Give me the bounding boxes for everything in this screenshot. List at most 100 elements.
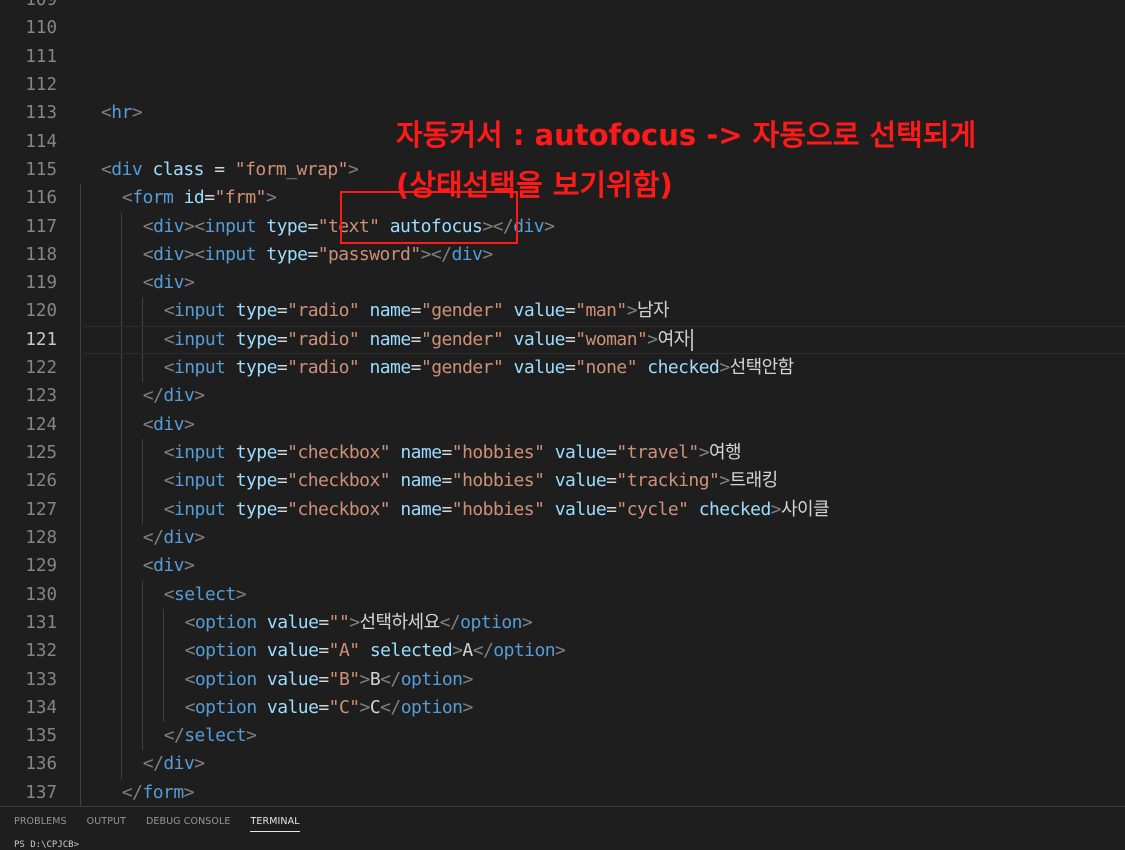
code-token: value: [266, 611, 319, 633]
tab-debug-console[interactable]: DEBUG CONSOLE: [146, 816, 231, 832]
code-line[interactable]: 130 <select>: [0, 580, 1125, 609]
code-token: value: [513, 328, 566, 350]
code-token: "password": [317, 243, 421, 265]
code-token: A: [462, 640, 473, 662]
code-line[interactable]: 129 <div>: [0, 552, 1125, 581]
code-line[interactable]: 124 <div>: [0, 410, 1125, 439]
code-token: option: [194, 640, 257, 662]
code-token: =: [606, 470, 617, 492]
line-number: 119: [25, 273, 57, 294]
code-token: =: [441, 498, 453, 520]
code-line[interactable]: 135 </select>: [0, 722, 1125, 751]
code-line[interactable]: 134 <option value="C">C</option>: [0, 693, 1125, 723]
line-number: 136: [25, 754, 57, 775]
code-token: 선택하세요: [359, 611, 441, 633]
code-line[interactable]: 137 </form>: [0, 778, 1125, 806]
code-line[interactable]: 133 <option value="B">B</option>: [0, 665, 1125, 694]
code-text: <option value="B">B</option>: [184, 666, 474, 694]
code-line[interactable]: 118 <div><input type="password"></div>: [0, 240, 1125, 270]
code-line[interactable]: 117 <div><input type="text" autofocus></d…: [0, 212, 1125, 241]
code-token: <: [121, 187, 133, 209]
terminal-prompt[interactable]: PS D:\CPJCB>: [14, 840, 79, 850]
code-line[interactable]: 120 <input type="radio" name="gender" val…: [0, 297, 1125, 326]
line-number: 109: [25, 0, 57, 10]
code-token: >: [131, 102, 143, 124]
code-token: =: [410, 300, 422, 322]
code-line[interactable]: 132 <option value="A" selected>A</option>: [0, 637, 1125, 666]
code-token: checked: [647, 357, 720, 379]
code-token: =: [276, 357, 288, 379]
line-number: 132: [25, 641, 57, 662]
code-line[interactable]: 126 <input type="checkbox" name="hobbies"…: [0, 467, 1125, 496]
indent-guide: [121, 297, 122, 326]
code-line[interactable]: 125 <input type="checkbox" name="hobbies"…: [0, 439, 1125, 468]
code-token: div: [163, 753, 195, 775]
indent-guide: [142, 325, 143, 355]
code-token: hr: [111, 102, 132, 124]
code-line[interactable]: 131 <option value="">선택하세요</option>: [0, 608, 1125, 638]
code-token: option: [460, 611, 522, 633]
code-line[interactable]: 123 </div>: [0, 382, 1125, 411]
code-token: "woman": [575, 328, 648, 350]
code-token: type: [235, 300, 278, 322]
indent-guide: [80, 410, 81, 439]
tab-output[interactable]: OUTPUT: [87, 816, 126, 832]
code-line[interactable]: 119 <div>: [0, 269, 1125, 298]
code-line[interactable]: 122 <input type="radio" name="gender" val…: [0, 354, 1125, 383]
code-token: C: [369, 696, 381, 718]
tab-problems[interactable]: PROBLEMS: [14, 816, 67, 832]
code-token: ><: [183, 243, 205, 265]
code-token: div: [111, 158, 143, 180]
code-line[interactable]: 127 <input type="checkbox" name="hobbies"…: [0, 495, 1125, 524]
code-line[interactable]: 128 </div>: [0, 523, 1125, 553]
indent-guide: [80, 665, 81, 694]
code-token: type: [235, 357, 278, 379]
line-number: 128: [25, 527, 57, 548]
code-line[interactable]: 110: [0, 14, 1125, 42]
code-token: type: [235, 470, 278, 492]
code-token: =: [307, 215, 318, 237]
code-line[interactable]: 121 <input type="radio" name="gender" val…: [0, 325, 1125, 355]
code-text: <input type="checkbox" name="hobbies" va…: [164, 496, 830, 524]
code-token: div: [163, 526, 195, 548]
code-token: option: [493, 640, 556, 662]
code-token: <: [184, 668, 196, 690]
code-line[interactable]: 111: [0, 43, 1125, 71]
code-token: id: [183, 187, 205, 209]
code-token: name: [369, 357, 411, 379]
code-text: <input type="radio" name="gender" value=…: [164, 354, 795, 382]
code-text: <input type="checkbox" name="hobbies" va…: [164, 467, 778, 495]
code-token: >: [544, 215, 555, 237]
tab-terminal[interactable]: TERMINAL: [250, 816, 300, 832]
code-token: </: [142, 753, 164, 775]
code-token: "none": [575, 357, 637, 379]
indent-guide: [80, 778, 81, 806]
code-token: =: [203, 158, 235, 180]
indent-guide: [121, 693, 122, 723]
code-line[interactable]: 112: [0, 71, 1125, 99]
code-token: =: [307, 243, 318, 265]
line-number: 130: [25, 584, 57, 605]
line-number: 133: [25, 669, 57, 690]
code-token: =: [564, 300, 576, 322]
code-token: input: [173, 442, 226, 463]
indent-guide: [121, 495, 122, 524]
code-token: "checkbox": [287, 442, 391, 463]
code-token: class: [152, 158, 204, 180]
line-number: 114: [25, 131, 57, 152]
code-token: div: [153, 243, 184, 265]
code-line[interactable]: 136 </div>: [0, 750, 1125, 779]
code-token: =: [318, 611, 329, 633]
code-text: <div><input type="password"></div>: [143, 241, 493, 269]
code-line[interactable]: 109: [0, 0, 1125, 14]
indent-guide: [121, 467, 122, 496]
code-text: <select>: [164, 581, 247, 609]
code-text: </form>: [122, 779, 195, 806]
code-token: "checkbox": [287, 498, 391, 520]
line-number: 111: [25, 46, 57, 67]
